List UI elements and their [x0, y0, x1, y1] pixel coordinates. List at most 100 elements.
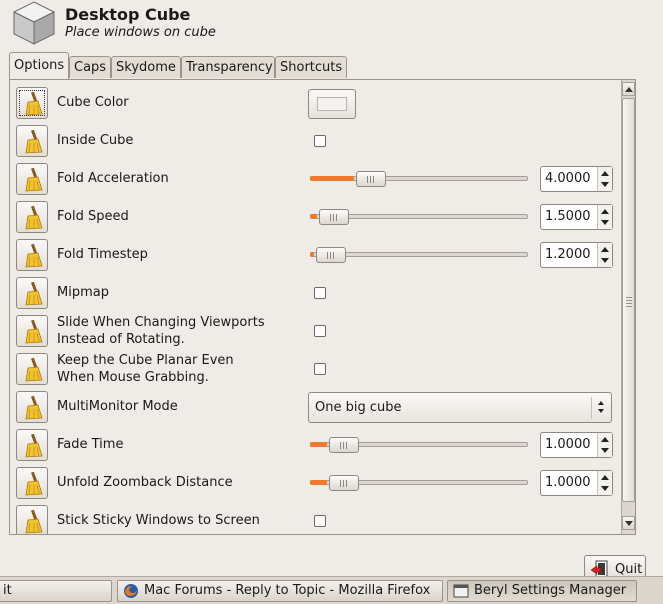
option-label: Fold Speed	[57, 209, 129, 224]
slider-thumb[interactable]	[329, 475, 359, 491]
reset-default-button[interactable]	[16, 125, 48, 157]
tab-options[interactable]: Options	[9, 52, 69, 79]
option-checkbox[interactable]	[314, 287, 326, 299]
option-row: Slide When Changing Viewports Instead of …	[10, 312, 620, 350]
grip-icon	[340, 442, 349, 449]
window-header: Desktop Cube Place windows on cube	[0, 0, 663, 50]
option-row: Fold Acceleration 4.0000	[10, 160, 620, 198]
select-value: One big cube	[315, 400, 402, 415]
slider-fill	[310, 480, 327, 485]
option-row: MultiMonitor Mode One big cube	[10, 388, 620, 426]
spinbox-arrows	[597, 471, 612, 495]
taskbar-item-label: Mac Forums - Reply to Topic - Mozilla Fi…	[144, 583, 431, 598]
broom-icon	[25, 130, 43, 154]
scroll-down-button[interactable]	[622, 516, 635, 530]
increment-arrow-icon[interactable]	[601, 209, 609, 214]
reset-default-button[interactable]	[16, 429, 48, 461]
decrement-arrow-icon[interactable]	[601, 220, 609, 225]
scroll-up-button[interactable]	[622, 82, 635, 96]
slider-thumb[interactable]	[319, 209, 349, 225]
value-spinbox[interactable]: 4.0000	[540, 166, 613, 192]
page-title: Desktop Cube	[65, 5, 191, 24]
value-spinbox[interactable]: 1.0000	[540, 432, 613, 458]
slider-fill	[310, 252, 314, 257]
broom-icon	[25, 282, 43, 306]
reset-default-button[interactable]	[16, 239, 48, 271]
spinbox-value: 4.0000	[545, 171, 591, 186]
increment-arrow-icon[interactable]	[601, 475, 609, 480]
spinbox-value: 1.2000	[545, 247, 591, 262]
option-row: Inside Cube	[10, 122, 620, 160]
slider-thumb[interactable]	[316, 247, 346, 263]
increment-arrow-icon[interactable]	[601, 171, 609, 176]
option-label: Slide When Changing Viewports Instead of …	[57, 315, 265, 347]
grip-icon	[626, 295, 632, 307]
taskbar-item-firefox[interactable]: Mac Forums - Reply to Topic - Mozilla Fi…	[117, 580, 443, 602]
color-picker-button[interactable]	[308, 89, 356, 119]
slider-thumb[interactable]	[356, 171, 386, 187]
options-list: Cube Color Inside Cube Fold Acceleration 4.…	[10, 80, 620, 534]
decrement-arrow-icon[interactable]	[601, 448, 609, 453]
slider-thumb[interactable]	[329, 437, 359, 453]
reset-default-button[interactable]	[16, 467, 48, 499]
reset-default-button[interactable]	[16, 87, 48, 119]
reset-default-button[interactable]	[16, 163, 48, 195]
value-slider[interactable]	[310, 474, 528, 492]
grip-icon	[340, 480, 349, 487]
value-slider[interactable]	[310, 208, 528, 226]
taskbar-item-label: Beryl Settings Manager	[474, 583, 627, 598]
window-icon	[453, 584, 469, 598]
reset-default-button[interactable]	[16, 353, 48, 385]
tab-shortcuts[interactable]: Shortcuts	[275, 56, 347, 78]
option-checkbox[interactable]	[314, 515, 326, 527]
multimonitor-mode-select[interactable]: One big cube	[308, 392, 612, 423]
tab-caps[interactable]: Caps	[69, 56, 111, 78]
value-spinbox[interactable]: 1.5000	[540, 204, 613, 230]
taskbar-item-partial[interactable]: it	[0, 580, 112, 602]
broom-icon	[25, 320, 43, 344]
option-checkbox[interactable]	[314, 325, 326, 337]
option-label: Fade Time	[57, 437, 124, 452]
increment-arrow-icon[interactable]	[601, 247, 609, 252]
value-spinbox[interactable]: 1.0000	[540, 470, 613, 496]
option-checkbox[interactable]	[314, 135, 326, 147]
decrement-arrow-icon[interactable]	[601, 182, 609, 187]
option-checkbox[interactable]	[314, 363, 326, 375]
broom-icon	[25, 92, 43, 116]
option-label: Fold Acceleration	[57, 171, 169, 186]
options-panel: Cube Color Inside Cube Fold Acceleration 4.…	[9, 79, 636, 535]
vertical-scrollbar[interactable]	[621, 80, 635, 534]
tab-transparency[interactable]: Transparency	[181, 56, 275, 78]
broom-icon	[25, 244, 43, 268]
reset-default-button[interactable]	[16, 315, 48, 347]
reset-default-button[interactable]	[16, 277, 48, 309]
option-label: Keep the Cube Planar Even When Mouse Grab…	[57, 353, 234, 385]
option-row: Fold Timestep 1.2000	[10, 236, 620, 274]
option-label: Cube Color	[57, 95, 129, 110]
tab-skydome[interactable]: Skydome	[111, 56, 181, 78]
slider-fill	[310, 214, 317, 219]
decrement-arrow-icon[interactable]	[601, 486, 609, 491]
spinbox-value: 1.0000	[545, 437, 591, 452]
taskbar: it Mac Forums - Reply to Topic - Mozilla…	[0, 576, 663, 604]
broom-icon	[25, 358, 43, 382]
option-label: Stick Sticky Windows to Screen	[57, 513, 260, 528]
decrement-arrow-icon[interactable]	[601, 258, 609, 263]
value-slider[interactable]	[310, 246, 528, 264]
select-divider	[591, 397, 592, 419]
value-slider[interactable]	[310, 436, 528, 454]
scrollbar-thumb[interactable]	[622, 98, 635, 502]
grip-icon	[367, 176, 376, 183]
reset-default-button[interactable]	[16, 505, 48, 534]
reset-default-button[interactable]	[16, 201, 48, 233]
taskbar-item-beryl[interactable]: Beryl Settings Manager	[447, 580, 637, 602]
value-spinbox[interactable]: 1.2000	[540, 242, 613, 268]
value-slider[interactable]	[310, 170, 528, 188]
quit-label: Quit	[615, 562, 643, 577]
increment-arrow-icon[interactable]	[601, 437, 609, 442]
reset-default-button[interactable]	[16, 391, 48, 423]
spinbox-value: 1.0000	[545, 475, 591, 490]
broom-icon	[25, 206, 43, 230]
firefox-icon	[124, 584, 138, 598]
option-label: Unfold Zoomback Distance	[57, 475, 233, 490]
